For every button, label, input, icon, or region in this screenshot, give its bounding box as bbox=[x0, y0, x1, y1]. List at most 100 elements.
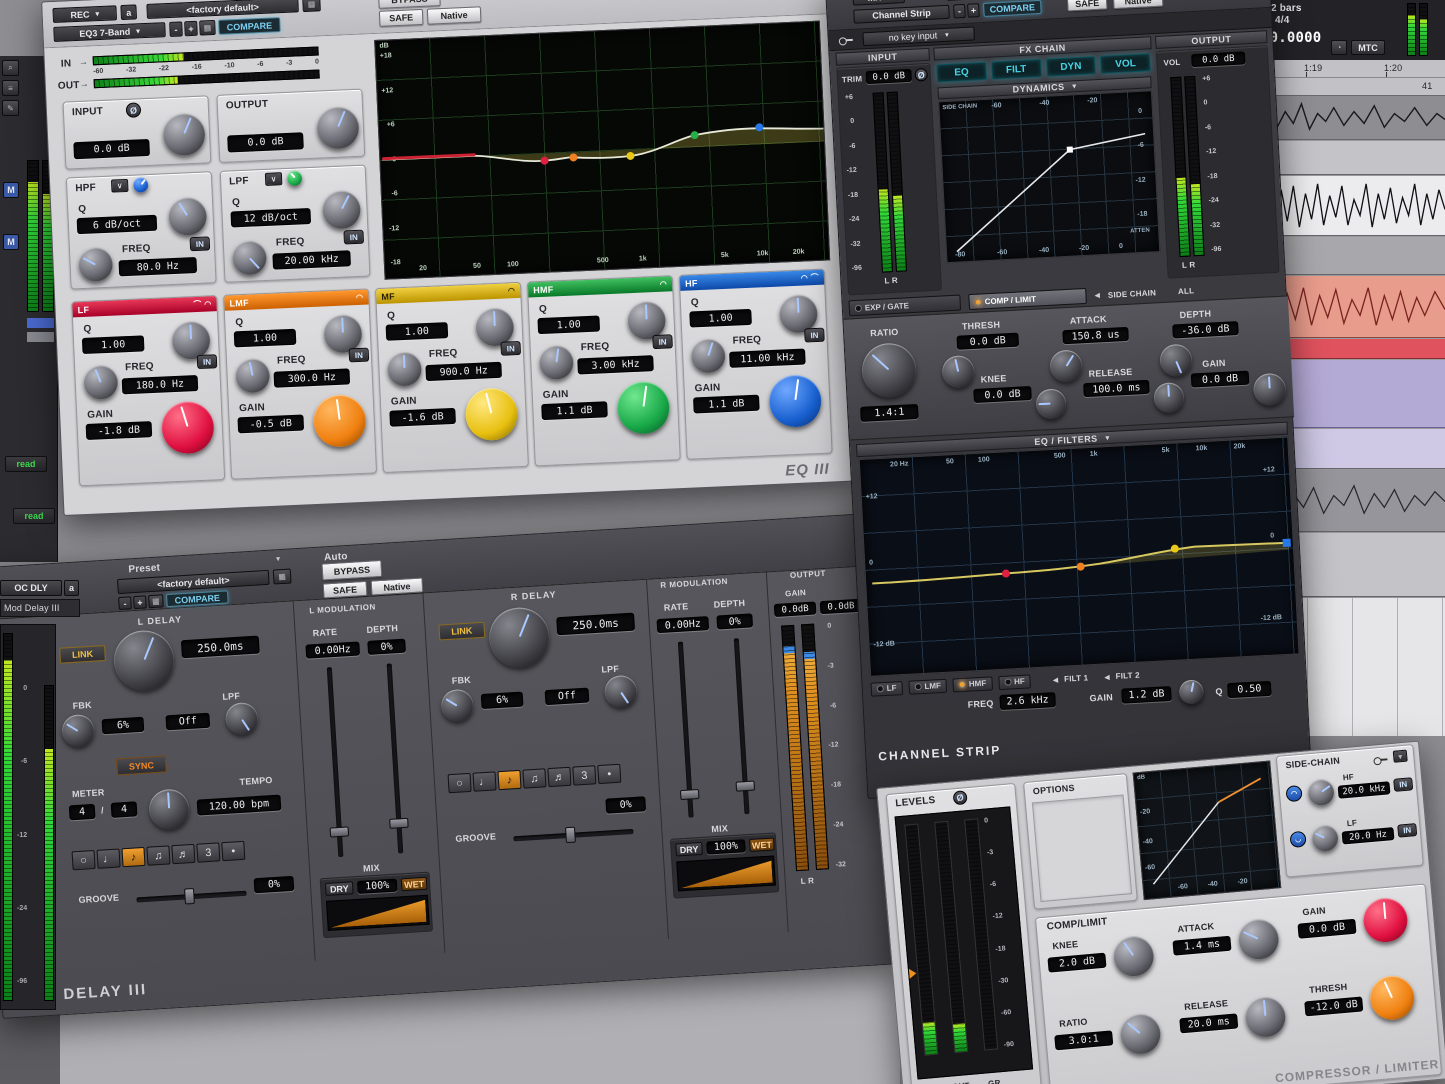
compare-button[interactable]: COMPARE bbox=[166, 590, 229, 607]
r-mix-wedge-slider[interactable] bbox=[676, 855, 776, 891]
eighth-note-button[interactable]: ♪ bbox=[497, 770, 521, 790]
knee-value[interactable]: 2.0 dB bbox=[1047, 953, 1106, 973]
filter-slope-icon[interactable]: ∨ bbox=[111, 179, 129, 193]
mute-button[interactable]: M bbox=[3, 182, 19, 198]
native-selector[interactable]: Native bbox=[1113, 0, 1164, 9]
vol-value[interactable]: 0.0 dB bbox=[1191, 51, 1246, 67]
lf-in-button[interactable]: IN bbox=[1397, 823, 1417, 838]
fx-dyn-button[interactable]: DYN bbox=[1046, 56, 1097, 77]
bypass-button[interactable]: BYPASS bbox=[321, 560, 382, 581]
q-value[interactable]: 1.00 bbox=[537, 315, 600, 334]
band-shape-icon[interactable]: ⌒ ◠ bbox=[193, 298, 212, 310]
r-fbk-value[interactable]: 6% bbox=[481, 692, 524, 710]
l-rate-slider[interactable] bbox=[327, 667, 344, 857]
quarter-note-button[interactable]: ♩ bbox=[96, 848, 120, 868]
hf-in-button[interactable]: IN bbox=[1393, 777, 1413, 792]
filt2-tab[interactable]: FILT 2 bbox=[1115, 671, 1140, 681]
l-delay-knob[interactable] bbox=[112, 629, 176, 693]
thresh-knob[interactable] bbox=[941, 355, 975, 389]
freq-value[interactable]: 300.0 Hz bbox=[274, 368, 351, 387]
eq-q-value[interactable]: 0.50 bbox=[1227, 681, 1272, 698]
l-depth-value[interactable]: 0% bbox=[367, 639, 406, 655]
compare-button[interactable]: COMPARE bbox=[983, 0, 1042, 17]
insert-position-button[interactable]: a bbox=[64, 580, 79, 596]
freq-knob[interactable] bbox=[691, 338, 726, 373]
fx-eq-button[interactable]: EQ bbox=[936, 62, 987, 83]
settings-menu-icon[interactable]: ▦ bbox=[148, 594, 164, 608]
band-in-button[interactable]: IN bbox=[500, 341, 521, 356]
lf-freq-value[interactable]: 20.0 Hz bbox=[1342, 827, 1395, 844]
ratio-knob[interactable] bbox=[861, 342, 918, 399]
freq-knob[interactable] bbox=[83, 365, 118, 400]
sixteenth-note-button[interactable]: ♬ bbox=[171, 844, 195, 864]
band-in-button[interactable]: IN bbox=[804, 328, 825, 343]
freq-value[interactable]: 180.0 Hz bbox=[122, 375, 199, 394]
mf-band-header[interactable]: MF◠ bbox=[376, 283, 521, 304]
freq-value[interactable]: 11.00 kHz bbox=[729, 349, 806, 368]
librarian-menu-icon[interactable]: ▦ bbox=[302, 0, 321, 12]
attack-value[interactable]: 1.4 ms bbox=[1172, 936, 1231, 956]
q-value[interactable]: 1.00 bbox=[689, 309, 752, 328]
gain-knob[interactable] bbox=[1253, 373, 1287, 407]
l-mix-wedge-slider[interactable] bbox=[326, 895, 430, 931]
dotted-note-button[interactable]: • bbox=[221, 841, 245, 861]
insert-selector-button[interactable]: OC DLY bbox=[0, 580, 62, 596]
track-lane[interactable] bbox=[1263, 237, 1445, 275]
gain-value[interactable]: -0.5 dB bbox=[237, 414, 304, 433]
grid-tool-icon[interactable]: ≡ bbox=[2, 80, 19, 96]
preset-next-button[interactable]: + bbox=[133, 595, 147, 609]
gain-knob[interactable] bbox=[616, 381, 670, 435]
dry-button[interactable]: DRY bbox=[675, 842, 703, 857]
band-tab-lmf[interactable]: LMF bbox=[908, 678, 947, 694]
r-rate-value[interactable]: 0.00Hz bbox=[656, 616, 709, 633]
release-value[interactable]: 20.0 ms bbox=[1179, 1013, 1238, 1033]
phase-invert-button[interactable]: Ø bbox=[953, 790, 968, 805]
l-lpf-knob[interactable] bbox=[225, 702, 259, 736]
safe-button[interactable]: SAFE bbox=[379, 9, 424, 27]
listen-icon[interactable]: ▾ bbox=[1393, 750, 1408, 763]
safe-button[interactable]: SAFE bbox=[1067, 0, 1108, 12]
native-selector[interactable]: Native bbox=[371, 577, 424, 595]
triplet-button[interactable]: 3 bbox=[572, 765, 596, 785]
hpf-freq-value[interactable]: 80.0 Hz bbox=[119, 257, 198, 276]
band-tab-hmf[interactable]: HMF bbox=[953, 676, 993, 692]
track-clip-white[interactable] bbox=[1263, 176, 1445, 236]
mtc-button[interactable]: MTC bbox=[1351, 40, 1385, 55]
gain-value[interactable]: 1.1 dB bbox=[693, 395, 760, 414]
trim-value[interactable]: 0.0 dB bbox=[865, 69, 912, 84]
lpf-slope-value[interactable]: 12 dB/oct bbox=[230, 208, 311, 227]
hpf-slope-value[interactable]: 6 dB/oct bbox=[77, 215, 158, 234]
librarian-menu-icon[interactable]: ▦ bbox=[273, 568, 292, 584]
output-gain-l-value[interactable]: 0.0dB bbox=[774, 601, 817, 617]
hpf-freq-knob[interactable] bbox=[78, 247, 113, 282]
chevron-down-icon[interactable]: ▾ bbox=[276, 554, 281, 563]
track-selector[interactable]: REC▾ bbox=[52, 5, 117, 23]
knee-knob[interactable] bbox=[1035, 388, 1067, 420]
band-tab-hf[interactable]: HF bbox=[998, 674, 1031, 690]
hf-band-header[interactable]: HF◠ ⌒ bbox=[680, 270, 825, 291]
tab-all[interactable]: ALL bbox=[1178, 286, 1195, 296]
lmf-band-header[interactable]: LMF◠ bbox=[224, 290, 369, 311]
freq-value[interactable]: 3.00 kHz bbox=[577, 355, 654, 374]
tab-side-chain[interactable]: SIDE CHAIN bbox=[1108, 288, 1157, 300]
attack-knob[interactable] bbox=[1237, 918, 1280, 961]
wet-button[interactable]: WET bbox=[401, 877, 428, 892]
band-in-button[interactable]: IN bbox=[349, 348, 370, 363]
track-lane[interactable] bbox=[1263, 96, 1445, 140]
l-rate-value[interactable]: 0.00Hz bbox=[305, 641, 360, 658]
freq-value[interactable]: 900.0 Hz bbox=[425, 362, 502, 381]
gain-value[interactable]: -1.8 dB bbox=[86, 421, 153, 440]
lpf-enable-knob[interactable] bbox=[287, 170, 303, 186]
freq-knob[interactable] bbox=[235, 358, 270, 393]
r-groove-slider[interactable] bbox=[513, 829, 633, 841]
preset-prev-button[interactable]: - bbox=[118, 596, 132, 610]
band-shape-icon[interactable]: ◠ bbox=[508, 286, 516, 295]
preset-prev-button[interactable]: - bbox=[169, 21, 183, 37]
lpf-freq-knob[interactable] bbox=[232, 240, 267, 275]
band-tab-lf[interactable]: LF bbox=[870, 681, 902, 697]
quarter-note-button[interactable]: ♩ bbox=[472, 771, 496, 791]
arrow-left-icon[interactable]: ◀ bbox=[1053, 675, 1059, 683]
insert-position-button[interactable]: a bbox=[120, 4, 137, 20]
thresh-knob[interactable] bbox=[1368, 974, 1416, 1022]
preset-prev-button[interactable]: - bbox=[953, 4, 966, 19]
